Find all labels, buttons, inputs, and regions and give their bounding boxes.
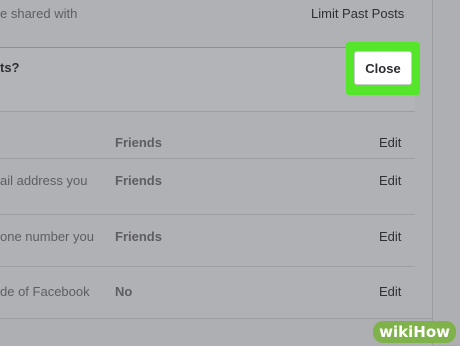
limit-past-posts-link[interactable]: Limit Past Posts [311, 6, 404, 21]
edit-link[interactable]: Edit [379, 135, 401, 150]
close-button[interactable]: Close [354, 51, 412, 85]
setting-row-value: Friends [115, 229, 162, 244]
divider [0, 214, 415, 215]
setting-row-value: No [115, 284, 133, 299]
watermark-wiki: wiki [379, 323, 414, 341]
settings-panel: e shared with Limit Past Posts ts? Close… [0, 0, 432, 318]
top-row-label: e shared with [0, 6, 78, 21]
divider [0, 111, 415, 112]
setting-row-label: one number you [0, 229, 94, 244]
setting-row-label: de of Facebook [0, 284, 90, 299]
bottom-strip [0, 318, 432, 346]
wikihow-logo: wikiHow [373, 321, 456, 343]
divider [0, 158, 415, 159]
wikihow-watermark: wikiHow [373, 321, 456, 343]
scroll-gutter [432, 0, 460, 345]
setting-row-label: ail address you [0, 173, 88, 188]
setting-row-value: Friends [115, 135, 162, 150]
edit-link[interactable]: Edit [379, 229, 401, 244]
divider [0, 266, 415, 267]
edit-link[interactable]: Edit [379, 284, 401, 299]
question-label: ts? [0, 60, 20, 75]
edit-link[interactable]: Edit [379, 173, 401, 188]
watermark-how: How [413, 323, 450, 341]
setting-row-value: Friends [115, 173, 162, 188]
